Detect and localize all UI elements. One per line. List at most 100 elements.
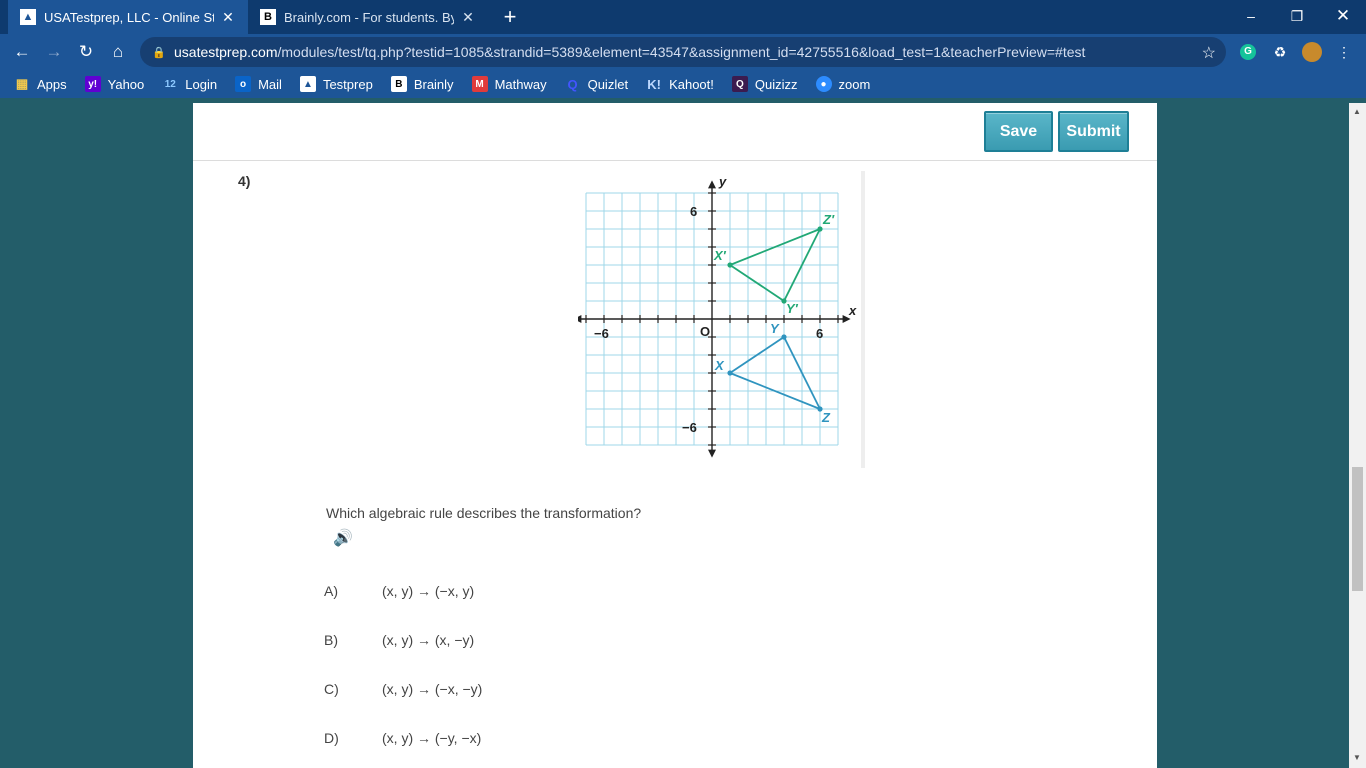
option-text: (x, y) → (−y, −x) — [382, 730, 482, 746]
lock-icon: 🔒 — [152, 46, 166, 59]
menu-kebab-icon[interactable]: ⋮ — [1334, 42, 1354, 62]
scroll-up-arrow-icon[interactable]: ▲ — [1353, 107, 1361, 116]
minimize-icon[interactable]: – — [1228, 0, 1274, 32]
tick-label-y-6: 6 — [690, 204, 697, 219]
answer-option-d[interactable]: D) (x, y) → (−y, −x) — [324, 730, 481, 746]
bookmark-brainly[interactable]: B Brainly — [390, 76, 454, 92]
kahoot-icon: K! — [647, 76, 661, 92]
tab-title: USATestprep, LLC - Online State- — [44, 9, 214, 25]
question-number: 4) — [238, 173, 251, 189]
y-axis-arrow-up — [708, 180, 716, 189]
usatestprep-favicon: ▲ — [20, 9, 36, 25]
outlook-icon: o — [235, 76, 252, 92]
x-axis-arrow-left — [573, 315, 582, 323]
vertex-point — [727, 262, 733, 268]
page-scrollbar[interactable]: ▲ ▼ — [1349, 103, 1366, 768]
bookmark-label: zoom — [838, 76, 871, 92]
vertex-point — [781, 334, 787, 340]
bookmark-quizizz[interactable]: Q Quizizz — [731, 76, 798, 92]
tab-usatestprep[interactable]: ▲ USATestprep, LLC - Online State- ✕ — [8, 0, 248, 34]
close-tab-icon[interactable]: ✕ — [458, 9, 478, 26]
vertex-point — [727, 370, 733, 376]
question-text: Which algebraic rule describes the trans… — [326, 505, 642, 521]
bookmark-mail[interactable]: o Mail — [235, 76, 282, 92]
bookmark-login[interactable]: 12 Login — [162, 76, 217, 92]
yahoo-icon: y! — [84, 76, 101, 92]
url-text: usatestprep.com/modules/test/tq.php?test… — [174, 44, 1085, 60]
answer-option-c[interactable]: C) (x, y) → (−x, −y) — [324, 681, 482, 697]
testprep-icon: ▲ — [299, 76, 316, 92]
save-button[interactable]: Save — [984, 111, 1053, 152]
graph-svg: x y O −6 6 6 −6 X′ Y′ Z′ X Y Z — [573, 174, 857, 458]
quizlet-icon: Q — [567, 76, 578, 92]
brainly-favicon: B — [260, 9, 276, 25]
address-bar[interactable]: 🔒 usatestprep.com/modules/test/tq.php?te… — [140, 37, 1226, 67]
bookmark-label: Brainly — [413, 76, 454, 92]
axes: x y O −6 6 6 −6 — [573, 174, 857, 458]
bookmark-label: Login — [185, 76, 218, 92]
tab-strip: ▲ USATestprep, LLC - Online State- ✕ B B… — [0, 0, 1366, 34]
bookmark-label: Testprep — [322, 76, 373, 92]
audio-speaker-icon[interactable]: 🔊 — [333, 528, 353, 548]
bookmark-label: Apps — [37, 76, 67, 92]
vertex-label: Y′ — [786, 301, 799, 316]
bookmark-testprep[interactable]: ▲ Testprep — [299, 76, 373, 92]
back-arrow-icon[interactable]: ← — [8, 38, 36, 66]
bookmark-star-icon[interactable]: ☆ — [1202, 43, 1216, 63]
answer-option-b[interactable]: B) (x, y) → (x, −y) — [324, 632, 474, 648]
new-tab-button[interactable]: + — [498, 5, 522, 29]
option-letter: C) — [324, 681, 339, 697]
scrollbar-thumb[interactable] — [1352, 467, 1363, 591]
profile-avatar[interactable] — [1302, 42, 1322, 62]
restore-icon[interactable]: ❐ — [1274, 0, 1320, 32]
test-header-bar: Save Submit — [193, 103, 1157, 161]
bookmarks-bar: ▦ Apps y! Yahoo 12 Login o Mail ▲ Testprep BB… — [0, 70, 1366, 98]
vertex-label: Z′ — [822, 212, 835, 227]
tab-title: Brainly.com - For students. By stu — [284, 9, 454, 25]
scroll-down-arrow-icon[interactable]: ▼ — [1353, 753, 1361, 762]
y-axis-arrow-down — [708, 449, 716, 458]
bookmark-quizlet[interactable]: Q Quizlet — [565, 76, 629, 92]
bookmark-label: Yahoo — [107, 76, 145, 92]
option-text: (x, y) → (x, −y) — [382, 632, 475, 648]
tick-label-x-6: 6 — [816, 326, 823, 341]
coordinate-graph: x y O −6 6 6 −6 X′ Y′ Z′ X Y Z — [573, 171, 865, 468]
browser-toolbar: ← → ↻ ⌂ 🔒 usatestprep.com/modules/test/t… — [0, 34, 1366, 70]
forward-arrow-icon[interactable]: → — [40, 38, 68, 66]
bookmark-label: Kahoot! — [669, 76, 714, 92]
bookmark-apps[interactable]: ▦ Apps — [14, 76, 67, 92]
bookmark-label: Quizlet — [587, 76, 629, 92]
bookmark-yahoo[interactable]: y! Yahoo — [84, 76, 145, 92]
zoom-icon: ● — [815, 76, 832, 92]
grammarly-icon[interactable]: G — [1238, 42, 1258, 62]
vertex-label: X′ — [713, 248, 727, 263]
bookmark-mathway[interactable]: M Mathway — [471, 76, 547, 92]
option-text: (x, y) → (−x, −y) — [382, 681, 483, 697]
test-page: Save Submit 4) x y O −6 6 6 −6 X′ Y′ Z′ X Y Z… — [193, 103, 1157, 768]
vertex-label: Y — [770, 321, 780, 336]
brainly-icon: B — [390, 76, 407, 92]
bookmark-label: Mathway — [494, 76, 547, 92]
vertex-label: Z — [821, 410, 831, 425]
bookmark-zoom[interactable]: ● zoom — [815, 76, 871, 92]
tick-label-x-neg6: −6 — [594, 326, 609, 341]
vertex-label: X — [714, 358, 725, 373]
answer-option-a[interactable]: A) (x, y) → (−x, y) — [324, 583, 474, 599]
extensions-puzzle-icon[interactable]: ♻ — [1270, 42, 1290, 62]
tick-label-y-neg6: −6 — [682, 420, 697, 435]
close-tab-icon[interactable]: ✕ — [218, 9, 238, 26]
submit-button[interactable]: Submit — [1058, 111, 1129, 152]
tab-brainly[interactable]: B Brainly.com - For students. By stu ✕ — [248, 0, 488, 34]
vertex-point — [817, 226, 823, 232]
bookmark-label: Mail — [258, 76, 282, 92]
login-icon: 12 — [164, 78, 176, 90]
home-icon[interactable]: ⌂ — [104, 38, 132, 66]
option-letter: D) — [324, 730, 339, 746]
url-host: usatestprep.com — [174, 44, 278, 60]
url-path: /modules/test/tq.php?testid=1085&strandi… — [277, 44, 1086, 60]
bookmark-label: Quizizz — [754, 76, 798, 92]
bookmark-kahoot[interactable]: K! Kahoot! — [646, 76, 714, 92]
option-text: (x, y) → (−x, y) — [382, 583, 475, 599]
reload-icon[interactable]: ↻ — [72, 38, 100, 66]
close-window-icon[interactable]: ✕ — [1320, 0, 1366, 32]
